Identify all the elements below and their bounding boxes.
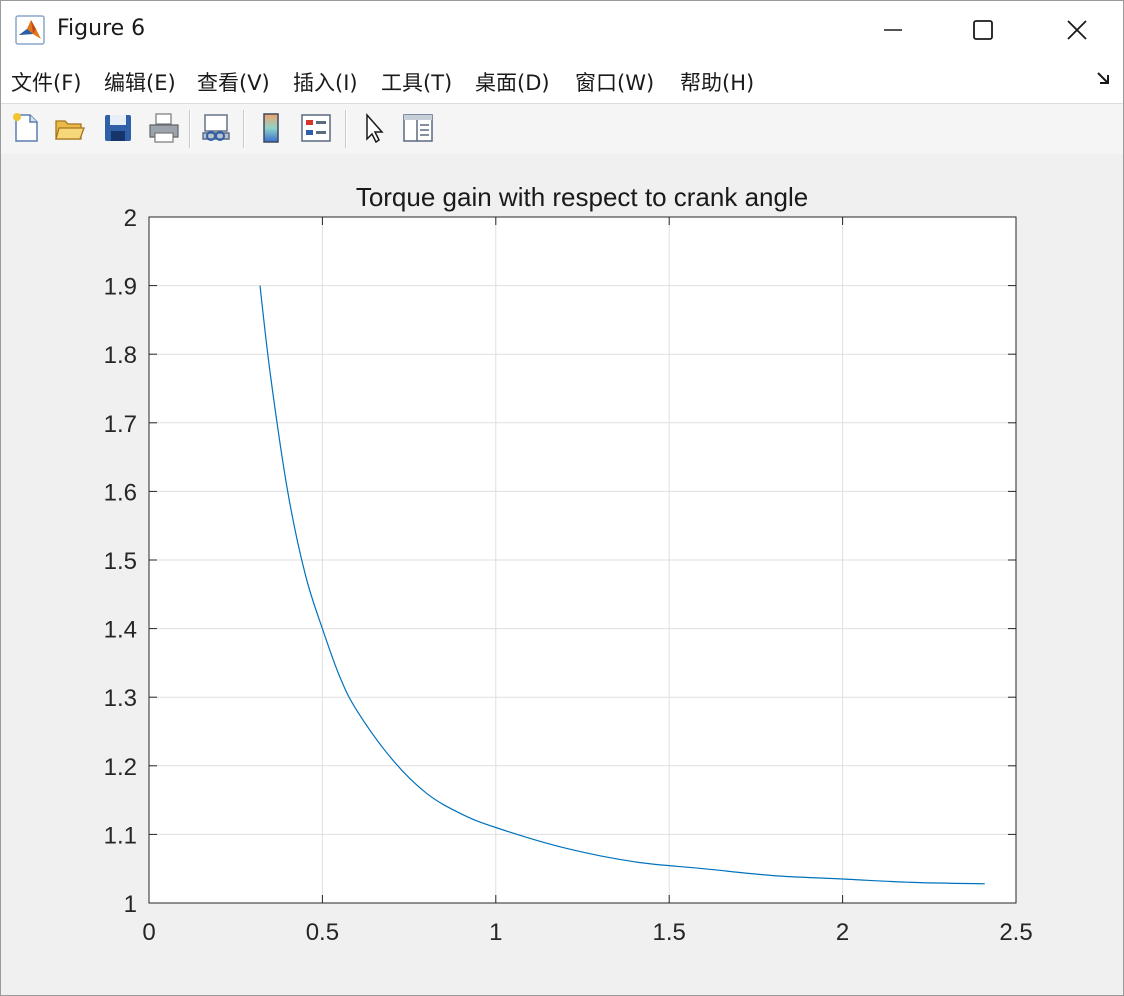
- y-tick-label: 1.7: [104, 411, 137, 438]
- figure-canvas: 0 0.5 1 1.5 2 2.5 1 1.1 1.2 1.3 1.4 1.5 1.6 1.7 1.8 1.9…: [1, 154, 1123, 995]
- print-icon[interactable]: [147, 111, 181, 145]
- x-tick-label: 0.5: [306, 919, 339, 946]
- y-tick-label: 1.6: [104, 479, 137, 506]
- toolbar: [1, 103, 1123, 155]
- open-file-icon[interactable]: [53, 111, 87, 145]
- window-title: Figure 6: [57, 16, 146, 41]
- x-tick-label: 0: [142, 919, 155, 946]
- menu-tools[interactable]: 工具(T): [381, 67, 452, 97]
- menu-file[interactable]: 文件(F): [11, 67, 81, 97]
- y-tick-label: 1: [124, 891, 137, 918]
- y-tick-label: 2: [124, 205, 137, 232]
- menu-bar: 文件(F) 编辑(E) 查看(V) 插入(I) 工具(T) 桌面(D) 窗口(W…: [1, 59, 1123, 103]
- menu-help[interactable]: 帮助(H): [680, 67, 754, 97]
- pointer-icon[interactable]: [357, 111, 391, 145]
- maximize-icon: [973, 20, 993, 40]
- colorbar-icon[interactable]: [255, 111, 289, 145]
- menu-desktop[interactable]: 桌面(D): [475, 67, 550, 97]
- new-figure-icon[interactable]: [9, 111, 43, 145]
- close-button[interactable]: [1031, 1, 1123, 59]
- menu-edit[interactable]: 编辑(E): [104, 67, 176, 97]
- chart-title: Torque gain with respect to crank angle: [356, 182, 808, 212]
- toolbar-separator: [243, 110, 245, 148]
- x-tick-label: 1.5: [653, 919, 686, 946]
- x-tick-label: 2: [836, 919, 849, 946]
- title-bar: Figure 6: [1, 1, 1123, 59]
- toolbar-separator: [189, 110, 191, 148]
- chart[interactable]: 0 0.5 1 1.5 2 2.5 1 1.1 1.2 1.3 1.4 1.5 1.6 1.7 1.8 1.9…: [1, 154, 1123, 995]
- matlab-logo-icon: [15, 15, 45, 45]
- y-tick-label: 1.1: [104, 822, 137, 849]
- y-tick-label: 1.5: [104, 548, 137, 575]
- dock-arrow-icon[interactable]: [1095, 69, 1113, 87]
- legend-icon[interactable]: [299, 111, 333, 145]
- y-tick-label: 1.8: [104, 342, 137, 369]
- x-tick-label: 1: [489, 919, 502, 946]
- y-tick-label: 1.9: [104, 274, 137, 301]
- minimize-button[interactable]: [847, 1, 939, 59]
- minimize-icon: [884, 29, 902, 31]
- menu-view[interactable]: 查看(V): [197, 67, 270, 97]
- save-icon[interactable]: [101, 111, 135, 145]
- x-tick-label: 2.5: [999, 919, 1032, 946]
- y-tick-label: 1.3: [104, 685, 137, 712]
- toolbar-separator: [345, 110, 347, 148]
- y-tick-label: 1.2: [104, 754, 137, 781]
- link-plot-icon[interactable]: [199, 111, 233, 145]
- figure-window: Figure 6 文件(F) 编辑(E) 查看(V) 插入(I) 工具(T) 桌…: [0, 0, 1124, 996]
- y-tick-label: 1.4: [104, 617, 137, 644]
- maximize-button[interactable]: [937, 1, 1029, 59]
- menu-window[interactable]: 窗口(W): [575, 67, 654, 97]
- close-icon: [1067, 20, 1087, 40]
- property-inspector-icon[interactable]: [401, 111, 435, 145]
- menu-insert[interactable]: 插入(I): [293, 67, 358, 97]
